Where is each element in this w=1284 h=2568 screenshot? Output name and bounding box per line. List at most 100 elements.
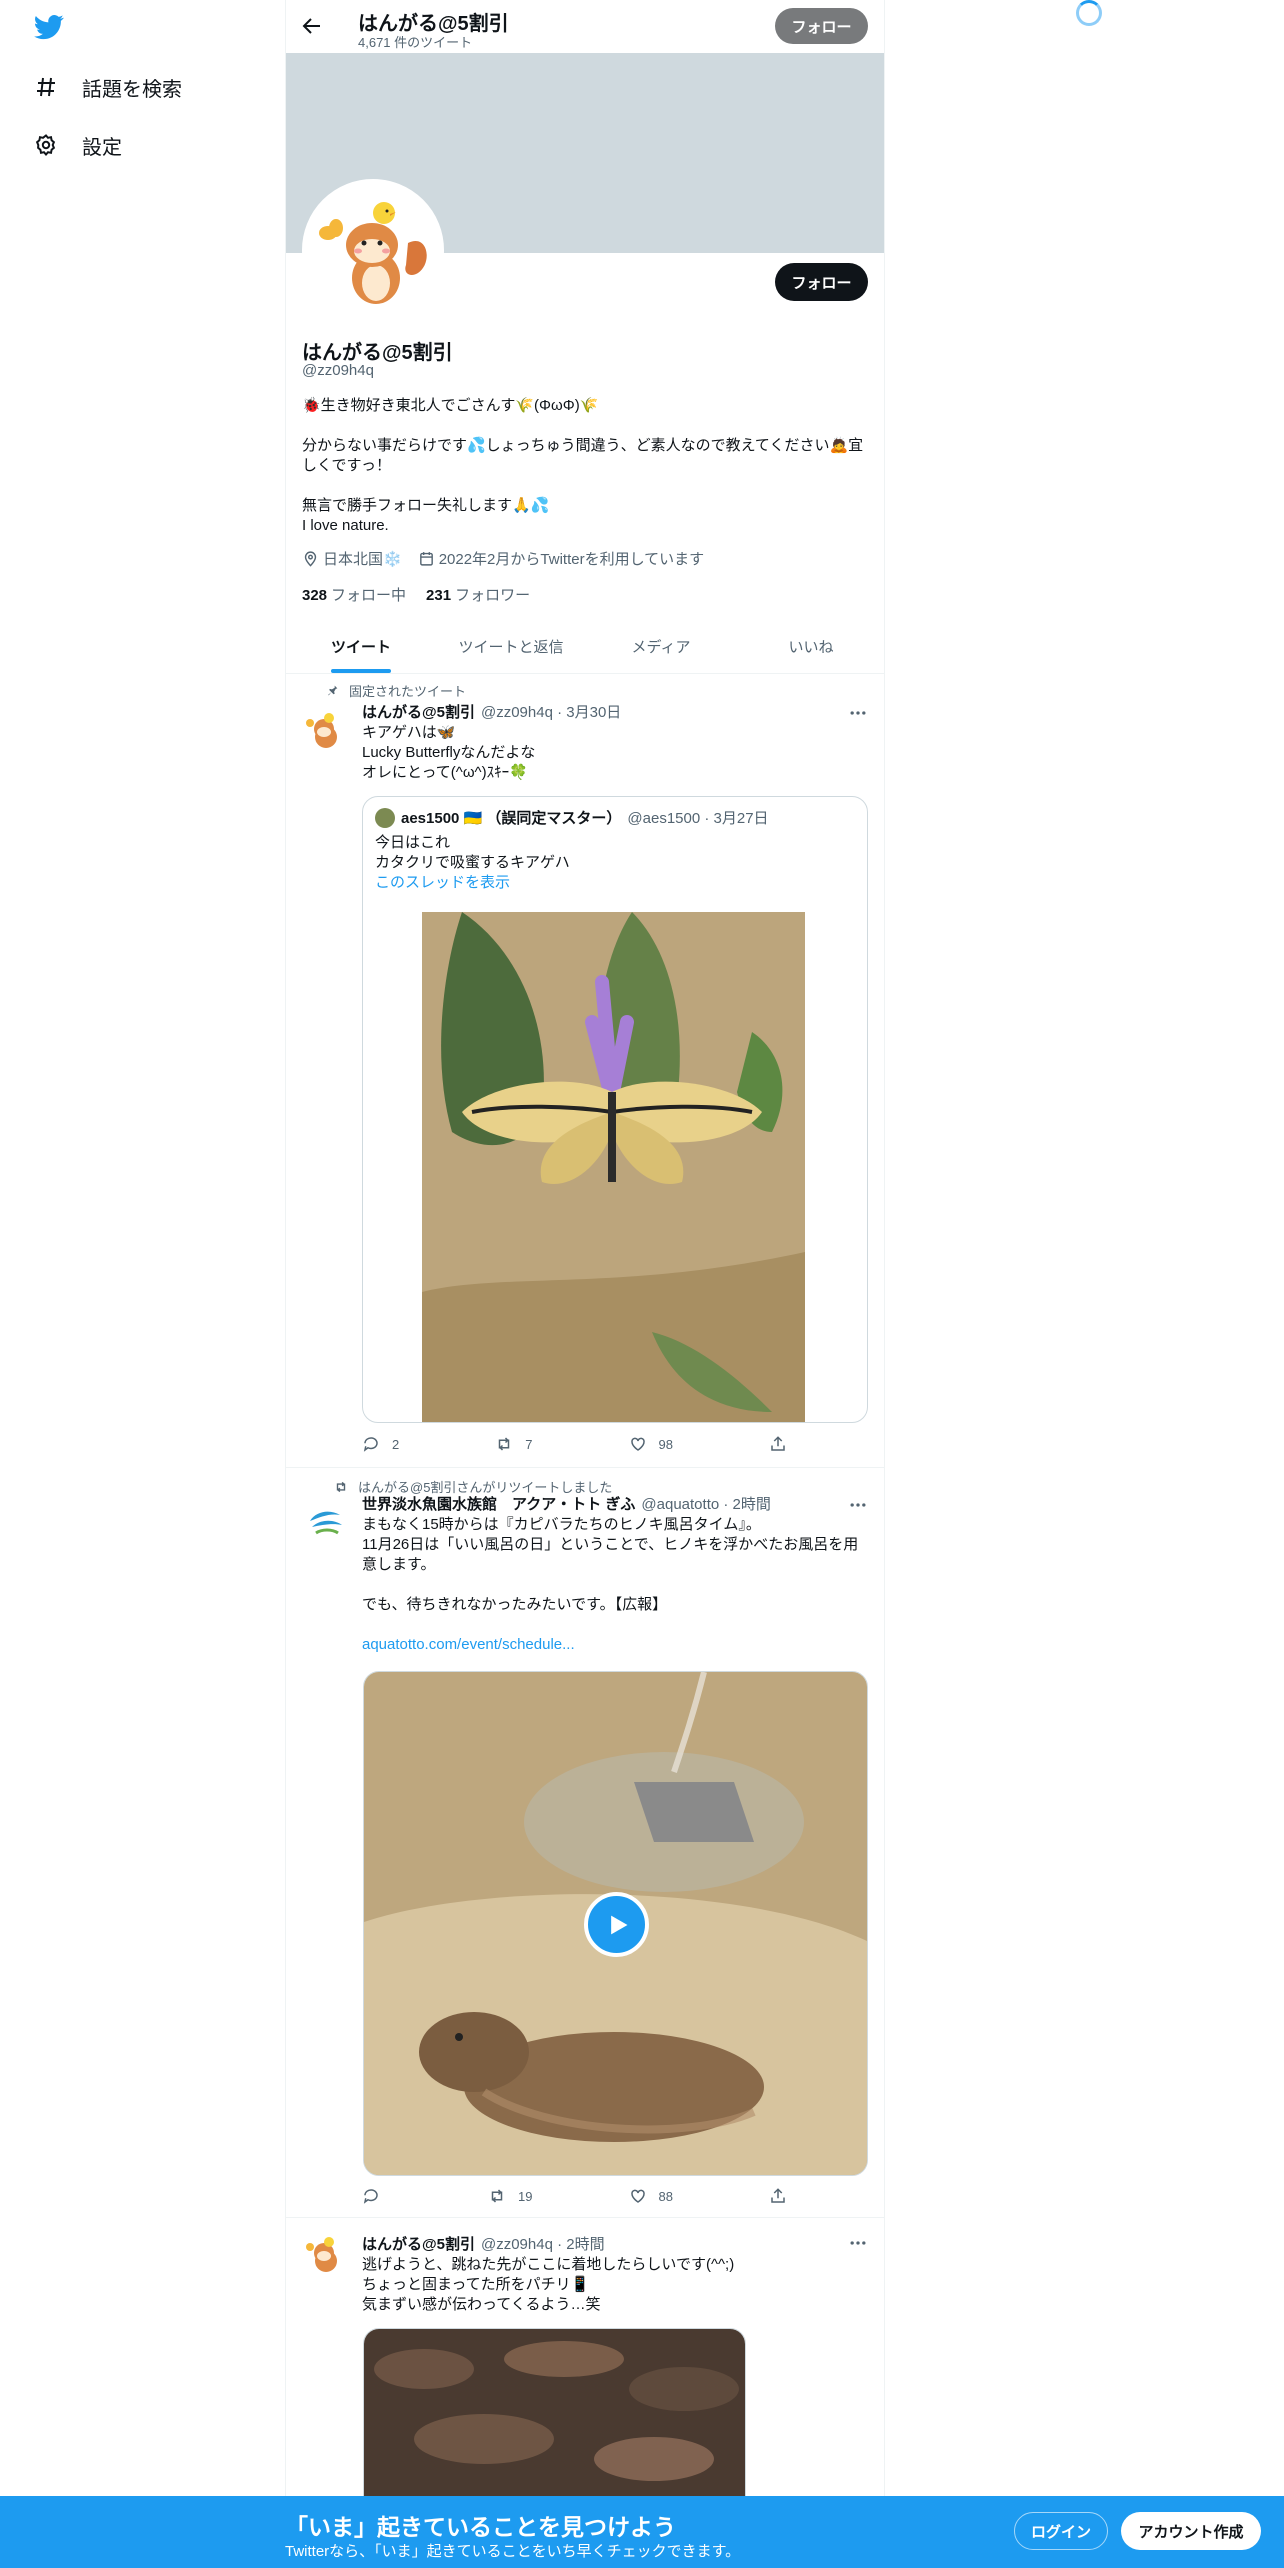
share-icon [771,2188,785,2203]
like-count: 98 [658,1436,673,1452]
quote-text: 今日はこれ カタクリで吸蜜するキアゲハ このスレッドを表示 [375,833,570,893]
squirrel-avatar-icon [306,713,337,748]
quote-avatar[interactable] [375,807,395,828]
tweet-retweet[interactable]: はんがる@5割引さんがリツイートしました 世界淡水魚園水族館 アクア・トト ぎふ… [286,1469,884,2218]
tweet-header: はんがる@5割引 @zz09h4q · 2時間 [362,2233,822,2254]
profile-header-bar: はんがる@5割引 4,671 件のツイート フォロー [286,0,884,53]
followers-count: 231 [426,587,452,604]
more-icon[interactable] [848,703,868,723]
tweet-actions: 19 88 [362,2187,787,2205]
tweet-author-meta[interactable]: @aquatotto · 2時間 [641,1493,770,1514]
signup-bottom-bar: 「いま」起きていることを見つけよう Twitterなら、「いま」起きていることを… [0,2496,1284,2568]
retweet-icon [336,1481,346,1492]
quote-photo[interactable] [422,912,805,1422]
quote-author-meta: @aes1500 · 3月27日 [627,810,769,827]
profile-display-name: はんがる@5割引 [302,342,453,364]
heart-icon [630,1437,645,1451]
tweet-line: ちょっと固まってた所をパチリ📱 [362,2276,590,2293]
location-text: 日本北国❄️ [323,551,402,568]
tweet-line: オレにとって(^ω^)ｽｷｰ🍀 [362,764,528,781]
play-button[interactable] [584,1892,649,1957]
more-icon[interactable] [848,2233,868,2253]
tweet-author-name[interactable]: 世界淡水魚園水族館 アクア・トト ぎふ [362,1493,635,1514]
profile-location: 日本北国❄️ [302,548,402,569]
retweet-icon [499,1437,510,1451]
tweet-line: Lucky Butterflyなんだよな [362,744,536,761]
calendar-icon [419,552,433,566]
quoted-tweet[interactable]: aes1500 🇺🇦 （誤同定マスター） @aes1500 · 3月27日 今日… [362,796,868,1423]
share-action[interactable] [769,2187,787,2205]
profile-avatar[interactable] [302,179,444,321]
header-tweet-count: 4,671 件のツイート [358,35,473,50]
hashtag-icon [37,77,55,97]
sidebar: 話題を検索 設定 [0,0,285,2568]
reply-action[interactable]: 2 [362,1435,399,1453]
show-thread-link[interactable]: このスレッドを表示 [375,873,570,893]
tab-tweets[interactable]: ツイート [286,620,436,673]
reply-action[interactable] [362,2187,392,2205]
tweet-author-name[interactable]: はんがる@5割引 [362,2233,475,2254]
profile-joined: 2022年2月からTwitterを利用しています [418,548,704,569]
profile-bio: 🐞生き物好き東北人でごさんす🌾(ΦωΦ)🌾 分からない事だらけです💦しょっちゅう… [302,396,872,536]
tweet-avatar[interactable] [302,1499,350,1547]
nav-explore[interactable]: 話題を検索 [34,67,182,107]
bottom-bar-title: 「いま」起きていることを見つけよう [285,2514,676,2540]
heart-icon [630,2189,645,2203]
quote-author-name: aes1500 🇺🇦 （誤同定マスター） [401,810,622,827]
tweet-text: まもなく15時からは『カピバラたちのヒノキ風呂タイム』。 11月26日は「いい風… [362,1515,872,1655]
tweet-line [362,1575,872,1595]
joined-text: 2022年2月からTwitterを利用しています [438,551,705,568]
follow-button[interactable]: フォロー [775,263,868,301]
tweet-author-meta[interactable]: @zz09h4q · 2時間 [481,2233,605,2254]
bio-line: I love nature. [302,517,389,534]
followers-stat[interactable]: 231 フォロワー [426,584,530,605]
tab-media[interactable]: メディア [586,620,736,673]
reply-count: 2 [392,1436,400,1452]
loading-spinner-icon [1076,0,1102,26]
tweet-line [362,1615,872,1635]
profile-stats: 328 フォロー中 231 フォロワー [302,584,530,605]
following-stat[interactable]: 328 フォロー中 [302,584,406,605]
tweet-link[interactable]: aquatotto.com/event/schedule... [362,1635,872,1655]
tweet-header: 世界淡水魚園水族館 アクア・トト ぎふ @aquatotto · 2時間 [362,1493,852,1514]
quote-header: aes1500 🇺🇦 （誤同定マスター） @aes1500 · 3月27日 [375,807,769,828]
nav-settings[interactable]: 設定 [34,125,122,165]
like-action[interactable]: 88 [629,2187,673,2205]
nav-explore-label: 話題を検索 [82,78,182,101]
like-action[interactable]: 98 [629,1435,673,1453]
login-button[interactable]: ログイン [1014,2512,1108,2550]
bio-line: 無言で勝手フォロー失礼します🙏💦 [302,497,550,514]
bio-line [302,416,872,436]
header-follow-button[interactable]: フォロー [775,8,868,44]
share-action[interactable] [769,1435,787,1453]
signup-button[interactable]: アカウント作成 [1121,2512,1261,2550]
tweet-pinned[interactable]: 固定されたツイート はんがる@5割引 @zz09h4q · 3月30日 キアゲハ… [286,675,884,1468]
retweet-action[interactable]: 7 [495,1435,532,1453]
retweet-action[interactable]: 19 [488,2187,532,2205]
butterfly-photo-image [422,912,805,1422]
tab-tweets-replies[interactable]: ツイートと返信 [436,620,586,673]
tweet-avatar[interactable] [302,707,350,755]
tweet-text: キアゲハは🦋 Lucky Butterflyなんだよな オレにとって(^ω^)ｽ… [362,723,872,783]
tweet-author-name[interactable]: はんがる@5割引 [362,701,475,722]
location-pin-icon [304,551,317,567]
gear-icon [35,134,56,157]
back-arrow-icon[interactable] [300,14,324,38]
share-icon [771,1436,785,1451]
tweet-line: キアゲハは🦋 [362,724,456,741]
tweet-video[interactable] [363,1671,868,2176]
more-icon[interactable] [848,1495,868,1515]
main-column: はんがる@5割引 4,671 件のツイート フォロー フォロー はんがる@5割引… [285,0,885,2568]
bio-line [302,476,872,496]
squirrel-avatar-icon [306,2237,337,2272]
retweet-icon [491,2189,503,2203]
following-count: 328 [302,587,328,604]
tab-likes[interactable]: いいね [736,620,884,673]
tweet-line: 気まずい感が伝わってくるよう…笑 [362,2296,601,2313]
profile-handle: @zz09h4q [302,362,374,379]
tweet-author-meta[interactable]: @zz09h4q · 3月30日 [481,701,621,722]
tweet-avatar[interactable] [302,2231,350,2279]
twitter-logo-icon[interactable] [34,12,64,42]
aquarium-logo-icon [310,1511,342,1535]
nav-settings-label: 設定 [82,136,122,159]
